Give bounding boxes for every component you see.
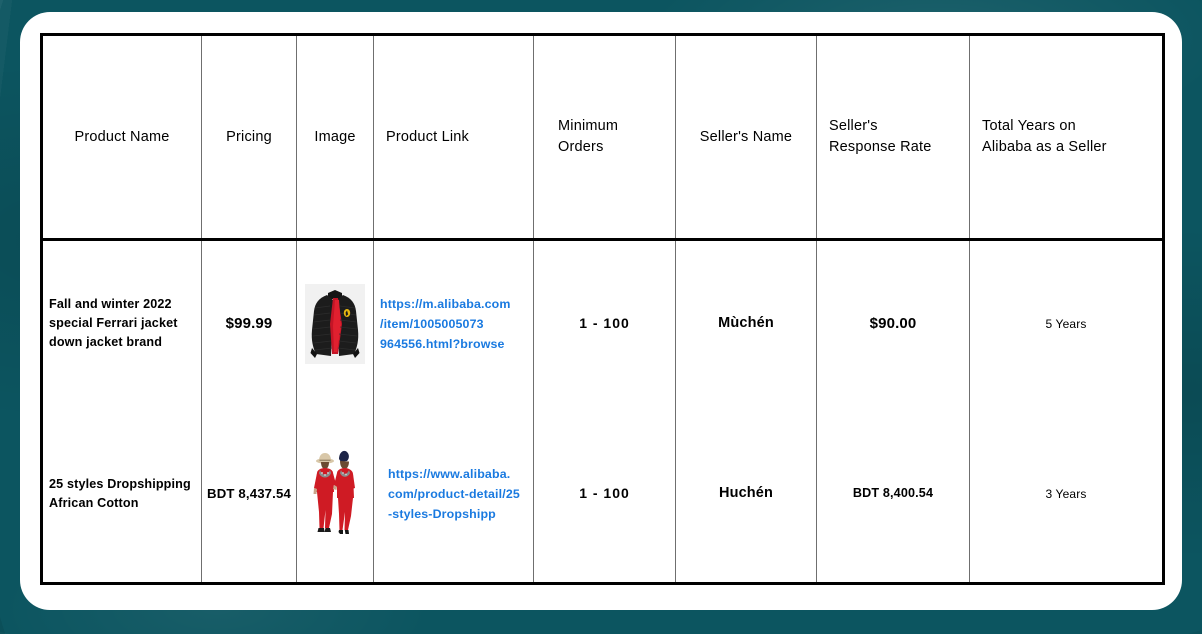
column-header-product-link: Product Link bbox=[373, 34, 534, 242]
sellers-name-value: Mùchén bbox=[718, 314, 774, 331]
response-rate-value: BDT 8,400.54 bbox=[852, 486, 934, 501]
empty-cell-product-link bbox=[373, 580, 534, 584]
outfit-thumbnail-svg bbox=[306, 445, 364, 542]
empty-cell-response-rate bbox=[816, 580, 970, 584]
product-name-line2: African Cotton bbox=[49, 495, 139, 510]
column-header-minimum-orders-line1: Minimum bbox=[558, 118, 619, 135]
column-header-response-rate-label: Seller's Response Rate bbox=[817, 116, 969, 158]
minimum-orders-value: 1 - 100 bbox=[579, 315, 630, 332]
cell-pricing: BDT 8,437.54 bbox=[201, 406, 297, 581]
column-header-response-rate-line1: Seller's bbox=[829, 118, 878, 135]
cell-image bbox=[296, 406, 374, 581]
empty-cell-sellers-name bbox=[675, 580, 817, 584]
product-name-line2: special Ferrari jacket bbox=[49, 316, 178, 331]
response-rate-value: $90.00 bbox=[869, 314, 917, 332]
table-header-row: Product Name Pricing Image Product Link … bbox=[41, 34, 1164, 242]
cell-total-years: 3 Years bbox=[969, 406, 1164, 581]
cell-response-rate: BDT 8,400.54 bbox=[816, 406, 970, 581]
product-name-line3: down jacket brand bbox=[49, 335, 163, 350]
empty-cell-total-years bbox=[969, 580, 1164, 584]
product-name-text: 25 styles Dropshipping African Cotton bbox=[43, 475, 201, 513]
product-link-line2: com/product-detail/25 bbox=[388, 486, 520, 501]
cell-product-name: Fall and winter 2022 special Ferrari jac… bbox=[41, 239, 202, 407]
column-header-minimum-orders-line2: Orders bbox=[558, 139, 604, 156]
white-content-card: Product Name Pricing Image Product Link … bbox=[20, 12, 1182, 610]
empty-cell-image bbox=[296, 580, 374, 584]
product-link[interactable]: https://m.alibaba.com /item/1005005073 9… bbox=[374, 294, 533, 354]
product-name-line1: 25 styles Dropshipping bbox=[49, 476, 191, 491]
product-comparison-table-container: Product Name Pricing Image Product Link … bbox=[40, 33, 1165, 585]
total-years-value: 3 Years bbox=[1045, 486, 1087, 501]
cell-sellers-name: Mùchén bbox=[675, 239, 817, 407]
table-row: 25 styles Dropshipping African Cotton BD… bbox=[41, 406, 1164, 581]
product-name-text: Fall and winter 2022 special Ferrari jac… bbox=[43, 295, 201, 352]
column-header-sellers-name: Seller's Name bbox=[675, 34, 817, 242]
column-header-image: Image bbox=[296, 34, 374, 242]
product-link-line2: /item/1005005073 bbox=[380, 316, 484, 331]
column-header-product-name-label: Product Name bbox=[74, 128, 170, 145]
column-header-total-years-line2: Alibaba as a Seller bbox=[982, 139, 1107, 156]
product-thumbnail-jacket-icon[interactable] bbox=[305, 283, 365, 364]
table-empty-area-row bbox=[41, 580, 1164, 584]
column-header-product-name: Product Name bbox=[41, 34, 202, 242]
product-link[interactable]: https://www.alibaba. com/product-detail/… bbox=[374, 464, 533, 524]
cell-pricing: $99.99 bbox=[201, 239, 297, 407]
column-header-minimum-orders-label: Minimum Orders bbox=[534, 116, 675, 158]
cell-product-name: 25 styles Dropshipping African Cotton bbox=[41, 406, 202, 581]
cell-minimum-orders: 1 - 100 bbox=[533, 239, 676, 407]
product-link-line1: https://www.alibaba. bbox=[388, 466, 511, 481]
column-header-sellers-name-label: Seller's Name bbox=[699, 128, 793, 145]
product-link-line1: https://m.alibaba.com bbox=[380, 296, 511, 311]
cell-product-link: https://www.alibaba. com/product-detail/… bbox=[373, 406, 534, 581]
sellers-name-value: Huchén bbox=[718, 484, 774, 501]
column-header-total-years-label: Total Years on Alibaba as a Seller bbox=[970, 116, 1162, 158]
column-header-minimum-orders: Minimum Orders bbox=[533, 34, 676, 242]
product-link-line3: -styles-Dropshipp bbox=[388, 506, 496, 521]
column-header-pricing: Pricing bbox=[201, 34, 297, 242]
column-header-pricing-label: Pricing bbox=[226, 128, 272, 145]
cell-minimum-orders: 1 - 100 bbox=[533, 406, 676, 581]
column-header-total-years: Total Years on Alibaba as a Seller bbox=[969, 34, 1164, 242]
cell-image bbox=[296, 239, 374, 407]
table-row: Fall and winter 2022 special Ferrari jac… bbox=[41, 239, 1164, 407]
empty-cell-pricing bbox=[201, 580, 297, 584]
minimum-orders-value: 1 - 100 bbox=[579, 485, 630, 502]
pricing-value: BDT 8,437.54 bbox=[207, 485, 291, 501]
total-years-value: 5 Years bbox=[1045, 316, 1087, 331]
column-header-product-link-label: Product Link bbox=[386, 128, 469, 145]
product-link-line3: 964556.html?browse bbox=[380, 336, 505, 351]
column-header-response-rate: Seller's Response Rate bbox=[816, 34, 970, 242]
cell-sellers-name: Huchén bbox=[675, 406, 817, 581]
product-name-line1: Fall and winter 2022 bbox=[49, 297, 172, 312]
empty-cell-product-name bbox=[41, 580, 202, 584]
column-header-total-years-line1: Total Years on bbox=[982, 118, 1076, 135]
product-thumbnail-outfit-icon[interactable] bbox=[306, 445, 364, 542]
column-header-image-label: Image bbox=[314, 128, 356, 145]
cell-product-link: https://m.alibaba.com /item/1005005073 9… bbox=[373, 239, 534, 407]
column-header-response-rate-line2: Response Rate bbox=[829, 139, 932, 156]
cell-response-rate: $90.00 bbox=[816, 239, 970, 407]
product-comparison-table: Product Name Pricing Image Product Link … bbox=[40, 33, 1165, 585]
cell-total-years: 5 Years bbox=[969, 239, 1164, 407]
pricing-value: $99.99 bbox=[225, 314, 273, 332]
empty-cell-minimum-orders bbox=[533, 580, 676, 584]
jacket-thumbnail-svg bbox=[305, 283, 365, 364]
